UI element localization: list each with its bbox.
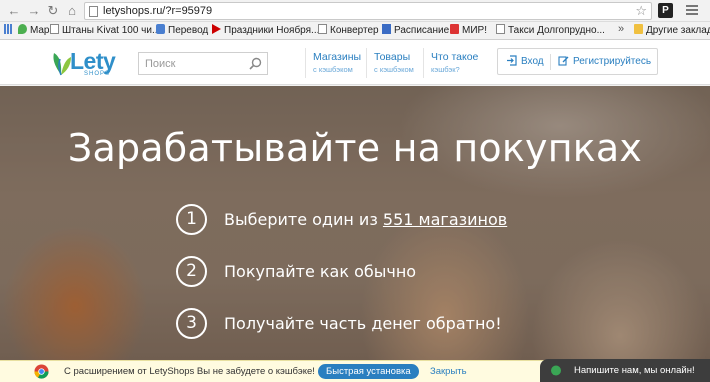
bookmarks-bar: Maps Штаны Kivat 100 чи... Перевод Празд… — [0, 22, 710, 40]
maps-icon — [18, 24, 27, 34]
step-text: Выберите один из 551 магазинов — [224, 210, 507, 229]
chat-widget[interactable]: Напишите нам, мы онлайн! — [540, 359, 710, 382]
bookmark-perevod[interactable]: Перевод — [156, 24, 208, 38]
forward-icon[interactable]: → — [26, 3, 42, 19]
nav-shops-link[interactable]: Магазины с кэшбэком — [313, 51, 361, 76]
nav-divider — [366, 48, 367, 78]
folder-icon — [634, 24, 643, 34]
leaf-icon — [53, 53, 71, 76]
extension-banner: С расширением от LetyShops Вы не забудет… — [0, 359, 710, 382]
close-banner-link[interactable]: Закрыть — [430, 366, 467, 377]
calendar-icon — [382, 24, 391, 34]
page-icon — [496, 24, 505, 34]
login-icon — [507, 55, 517, 66]
nav-goods-link[interactable]: Товары с кэшбэком — [374, 51, 414, 76]
logo[interactable]: Lety SHOPS — [50, 43, 130, 81]
nav-cashback-label: Что такое — [431, 51, 479, 63]
site-header: Lety SHOPS Магазины с кэшбэком Товары с … — [0, 40, 710, 85]
bookmark-prazdniki[interactable]: Праздники Ноября... — [212, 24, 319, 38]
auth-box: Вход Регистрируйтесь — [497, 48, 658, 75]
step-text-label: Выберите один из — [224, 210, 383, 229]
register-label: Регистрируйтесь — [573, 56, 652, 67]
hero-banner: Зарабатывайте на покупках 1 Выберите оди… — [0, 86, 710, 360]
nav-cashback-sub: кэшбэк? — [431, 65, 460, 74]
bookmark-shtany[interactable]: Штаны Kivat 100 чи... — [50, 24, 160, 38]
bookmark-star-icon[interactable]: ☆ — [635, 3, 647, 19]
nav-goods-label: Товары — [374, 51, 411, 63]
auth-divider — [550, 54, 551, 70]
nav-cashback-link[interactable]: Что такое кэшбэк? — [431, 51, 478, 76]
page-icon — [318, 24, 327, 34]
login-button[interactable]: Вход — [506, 49, 544, 74]
mir-icon — [450, 24, 459, 34]
chat-label: Напишите нам, мы онлайн! — [574, 365, 695, 376]
step-text: Получайте часть денег обратно! — [224, 314, 502, 333]
nav-divider — [305, 48, 306, 78]
quick-install-button[interactable]: Быстрая установка — [318, 364, 419, 379]
nav-shops-sub: с кэшбэком — [313, 65, 353, 74]
nav-shops-label: Магазины — [313, 51, 362, 63]
extension-text: С расширением от LetyShops Вы не забудет… — [64, 366, 315, 377]
logo-sub: SHOPS — [84, 71, 111, 77]
bookmark-raspisanie[interactable]: Расписание — [382, 24, 449, 38]
search-box — [138, 52, 268, 75]
chrome-icon — [34, 364, 49, 379]
edit-icon — [558, 56, 569, 66]
step-number: 2 — [176, 256, 207, 287]
bookmark-other[interactable]: Другие закладки — [634, 24, 710, 38]
home-icon[interactable]: ⌂ — [64, 3, 80, 19]
login-label: Вход — [521, 56, 544, 67]
search-icon[interactable] — [249, 57, 262, 70]
bookmark-maps[interactable]: Maps — [18, 24, 54, 38]
translate-icon — [156, 24, 165, 34]
reload-icon[interactable]: ↻ — [45, 3, 61, 19]
page-icon — [89, 6, 98, 17]
step-text: Покупайте как обычно — [224, 262, 417, 281]
browser-toolbar: ← → ↻ ⌂ letyshops.ru/?r=95979 ☆ P — [0, 0, 710, 22]
play-icon — [212, 24, 221, 34]
step-number: 1 — [176, 204, 207, 235]
page-icon — [50, 24, 59, 34]
nav-goods-sub: с кэшбэком — [374, 65, 414, 74]
bookmark-mir[interactable]: МИР! — [450, 24, 487, 38]
chat-icon — [551, 365, 561, 376]
more-bookmarks-icon[interactable]: » — [618, 23, 624, 35]
hero-title: Зарабатывайте на покупках — [67, 126, 643, 170]
nav-divider — [423, 48, 424, 78]
address-bar[interactable]: letyshops.ru/?r=95979 ☆ — [84, 2, 652, 20]
back-icon[interactable]: ← — [6, 3, 22, 19]
apps-icon[interactable] — [4, 24, 16, 38]
menu-icon[interactable] — [684, 3, 700, 19]
url-text[interactable]: letyshops.ru/?r=95979 — [103, 5, 212, 17]
register-button[interactable]: Регистрируйтесь — [558, 49, 651, 74]
step-number: 3 — [176, 308, 207, 339]
shops-count-link[interactable]: 551 магазинов — [383, 210, 507, 229]
search-input[interactable] — [139, 53, 247, 74]
extension-p-icon[interactable]: P — [658, 3, 673, 18]
bookmark-konverter[interactable]: Конвертер — [318, 24, 379, 38]
bookmark-taxi[interactable]: Такси Долгопрудно... — [496, 24, 605, 38]
